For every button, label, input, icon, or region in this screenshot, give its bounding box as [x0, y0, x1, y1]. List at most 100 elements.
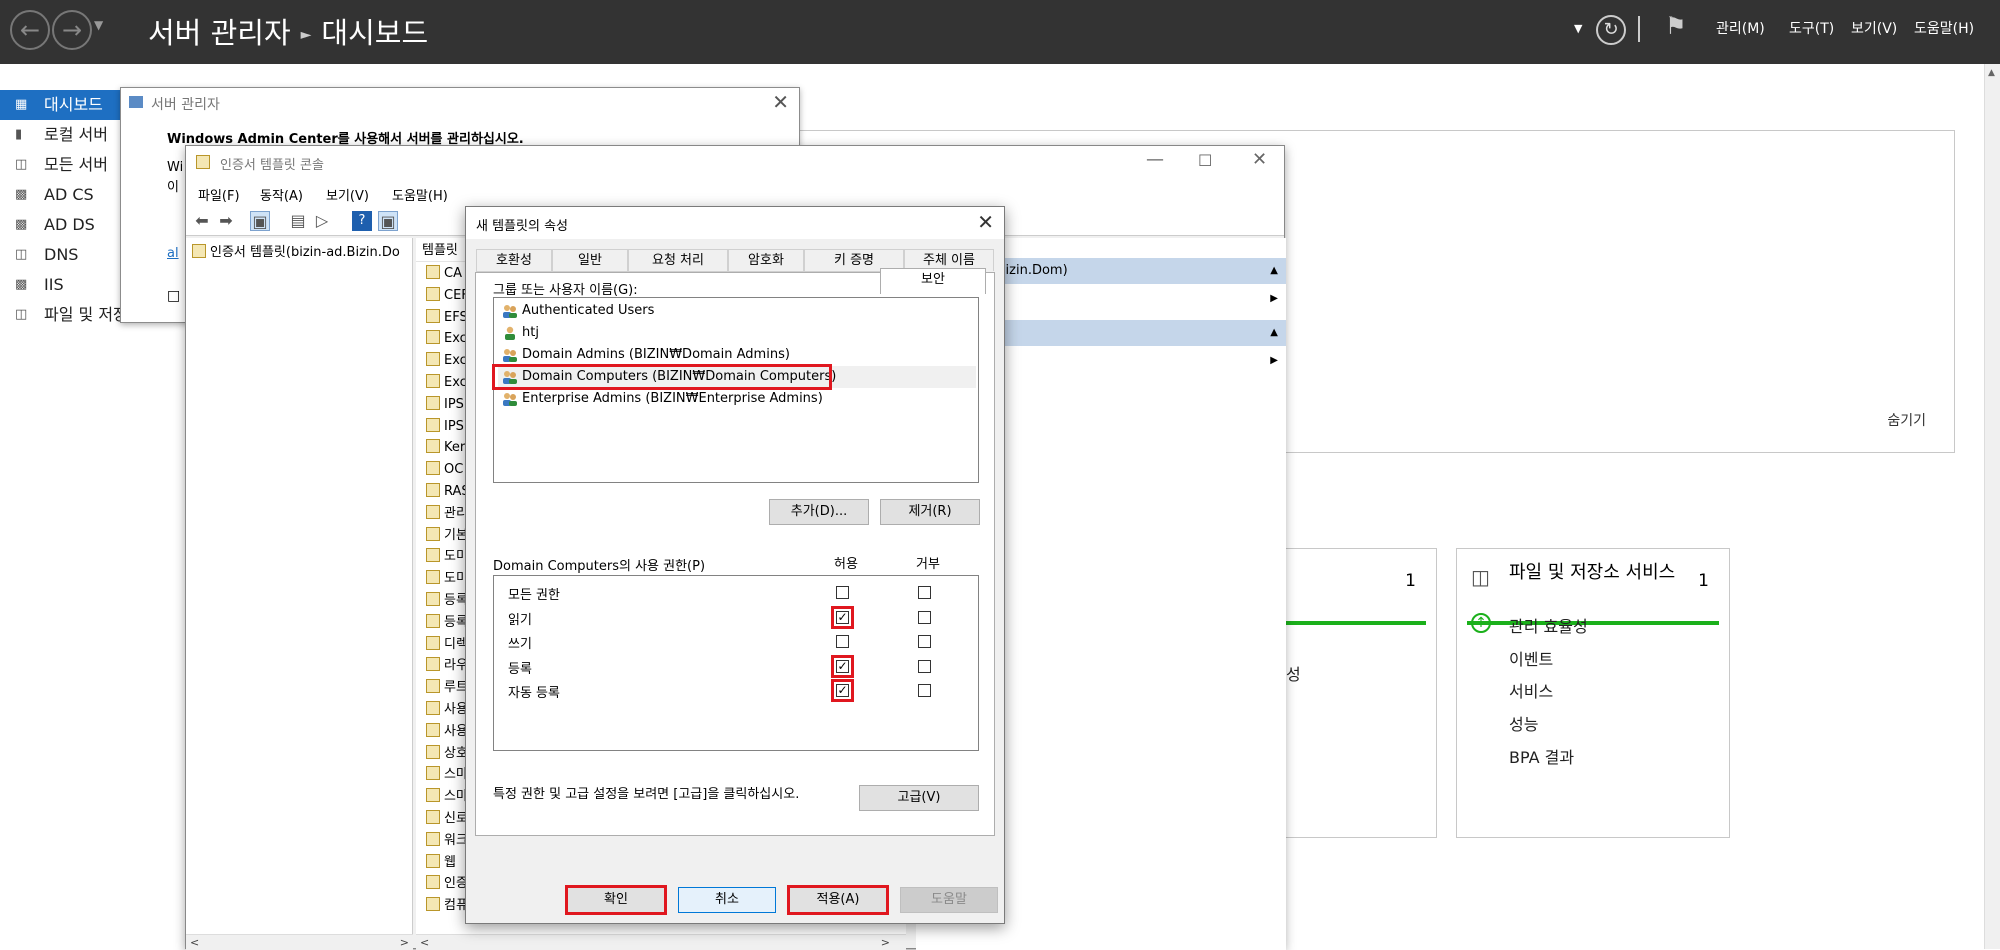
tile-item-services[interactable]: 서비스: [1509, 678, 1553, 702]
forward-icon[interactable]: →: [52, 10, 92, 50]
refresh-icon[interactable]: ↻: [1596, 15, 1626, 45]
deny-checkbox[interactable]: [918, 659, 931, 673]
collapse-icon[interactable]: ▲: [1270, 258, 1278, 284]
export-list-icon[interactable]: ▷: [312, 211, 332, 231]
scroll-left-icon[interactable]: <: [420, 936, 429, 949]
notifications-dropdown-icon[interactable]: ▼: [1574, 22, 1582, 35]
list-item[interactable]: 스마: [426, 786, 468, 808]
deny-checkbox[interactable]: [918, 684, 931, 697]
list-item[interactable]: 인증: [426, 873, 468, 895]
tab-row1-1[interactable]: 일반: [552, 249, 628, 271]
help-icon[interactable]: ?: [352, 211, 372, 231]
user-list-item[interactable]: Authenticated Users: [498, 300, 976, 322]
list-item[interactable]: 루트: [426, 677, 468, 699]
hide-link[interactable]: 숨기기: [1887, 410, 1926, 430]
list-item[interactable]: EFS: [426, 307, 468, 329]
tab-row1-3[interactable]: 암호화: [728, 249, 804, 271]
tile-item[interactable]: 성: [1286, 615, 1301, 685]
forward-arrow-icon[interactable]: ➡: [216, 211, 236, 231]
list-item[interactable]: CA: [426, 263, 462, 285]
list-hscroll[interactable]: < >: [416, 934, 906, 950]
list-item[interactable]: 상호: [426, 743, 468, 765]
list-item[interactable]: 신로: [426, 808, 468, 830]
popup-link[interactable]: al: [167, 246, 179, 261]
user-list-item[interactable]: Enterprise Admins (BIZIN₩Enterprise Admi…: [498, 388, 976, 410]
back-icon[interactable]: ←: [10, 10, 50, 50]
list-item[interactable]: 스마: [426, 764, 468, 786]
close-icon[interactable]: ✕: [1252, 149, 1267, 170]
add-button[interactable]: 추가(D)...: [769, 499, 869, 525]
tab-row1-2[interactable]: 요청 처리: [628, 249, 728, 271]
list-item[interactable]: Exc: [426, 328, 467, 350]
back-arrow-icon[interactable]: ⬅: [192, 211, 212, 231]
list-item[interactable]: Exc: [426, 372, 467, 394]
tree-item-cert-templates[interactable]: 인증서 템플릿(bizin-ad.Bizin.Do: [192, 242, 400, 264]
list-item[interactable]: Exc: [426, 350, 467, 372]
user-list-item[interactable]: Domain Admins (BIZIN₩Domain Admins): [498, 344, 976, 366]
menu-file[interactable]: 파일(F): [198, 185, 240, 204]
user-list-item[interactable]: htj: [498, 322, 976, 344]
collapse-icon[interactable]: ▲: [1270, 320, 1278, 346]
main-scrollbar[interactable]: ▲: [1984, 64, 2000, 949]
sidebar-item-file-storage[interactable]: ◫ 파일 및 저장소 서비스: [0, 300, 192, 330]
sidebar-item-all-servers[interactable]: ◫ 모든 서버: [0, 150, 140, 180]
list-item[interactable]: IPS: [426, 416, 464, 438]
popup-checkbox[interactable]: □: [167, 288, 180, 304]
list-item[interactable]: 디렉: [426, 634, 468, 656]
tab-row1-0[interactable]: 호환성: [476, 249, 552, 271]
deny-checkbox[interactable]: [918, 586, 931, 599]
menu-action[interactable]: 동작(A): [260, 185, 303, 204]
scroll-left-icon[interactable]: <: [190, 936, 199, 949]
sidebar-item-ad-cs[interactable]: ▩ AD CS: [0, 180, 140, 210]
list-item[interactable]: RAS: [426, 481, 470, 503]
tile-item-events[interactable]: 이벤트: [1509, 646, 1553, 670]
sidebar-item-dashboard[interactable]: ▦ 대시보드: [0, 90, 122, 120]
list-item[interactable]: 도미: [426, 546, 468, 568]
tile-item-manageability[interactable]: 관리 효율성: [1509, 613, 1588, 637]
sidebar-item-local-server[interactable]: ▮ 로컬 서버: [0, 120, 140, 150]
scroll-right-icon[interactable]: >: [400, 936, 409, 949]
history-dropdown-icon[interactable]: ▼: [94, 18, 103, 32]
cancel-button[interactable]: 취소: [678, 887, 776, 913]
flag-icon[interactable]: ⚑: [1665, 12, 1687, 40]
deny-checkbox[interactable]: [918, 610, 931, 624]
menu-help[interactable]: 도움말(H): [392, 185, 448, 204]
dialog-close-icon[interactable]: ✕: [977, 210, 994, 234]
list-item[interactable]: 사용: [426, 699, 468, 721]
allow-checkbox[interactable]: [836, 586, 849, 599]
minimize-icon[interactable]: —: [1146, 149, 1164, 170]
tile-item-performance[interactable]: 성능: [1509, 711, 1538, 735]
list-item[interactable]: OC: [426, 459, 463, 481]
remove-button[interactable]: 제거(R): [880, 499, 980, 525]
group-users-listbox[interactable]: Authenticated Users htj Domain Admins (BIZ…: [492, 297, 979, 483]
scroll-right-icon[interactable]: >: [881, 936, 890, 949]
list-item[interactable]: 워크: [426, 830, 468, 852]
deny-checkbox[interactable]: [918, 635, 931, 648]
help-button[interactable]: 도움말: [900, 887, 998, 913]
list-item[interactable]: IPS: [426, 394, 464, 416]
allow-checkbox[interactable]: [836, 635, 849, 648]
menu-tools[interactable]: 도구(T): [1789, 18, 1834, 38]
list-item[interactable]: 등록: [426, 612, 468, 634]
show-hide-tree-icon[interactable]: ▣: [250, 211, 270, 231]
list-item[interactable]: 웹: [426, 852, 456, 874]
role-tile-left[interactable]: 1 성: [1285, 548, 1437, 838]
list-item[interactable]: CEF: [426, 285, 469, 307]
list-item[interactable]: 도미: [426, 568, 468, 590]
list-item[interactable]: 사용: [426, 721, 468, 743]
sidebar-item-ad-ds[interactable]: ▩ AD DS: [0, 210, 140, 240]
tree-hscroll[interactable]: < >: [186, 934, 413, 950]
advanced-button[interactable]: 고급(V): [859, 785, 979, 811]
properties-icon[interactable]: ▤: [288, 211, 308, 231]
list-item[interactable]: Ker: [426, 437, 465, 459]
role-tile-file-storage[interactable]: ◫ 파일 및 저장소 서비스 1 ↑ 관리 효율성 이벤트 서비스 성능 BPA…: [1456, 548, 1730, 838]
menu-help[interactable]: 도움말(H): [1914, 18, 1974, 38]
tab-security[interactable]: 보안: [880, 268, 986, 294]
menu-view[interactable]: 보기(V): [326, 185, 369, 204]
tile-item-bpa-results[interactable]: BPA 결과: [1509, 744, 1574, 768]
list-item[interactable]: 기본: [426, 525, 468, 547]
list-item[interactable]: 라우: [426, 655, 468, 677]
show-action-pane-icon[interactable]: ▣: [378, 211, 398, 231]
scroll-up-icon[interactable]: ▲: [1988, 68, 1995, 78]
menu-manage[interactable]: 관리(M): [1716, 18, 1765, 38]
